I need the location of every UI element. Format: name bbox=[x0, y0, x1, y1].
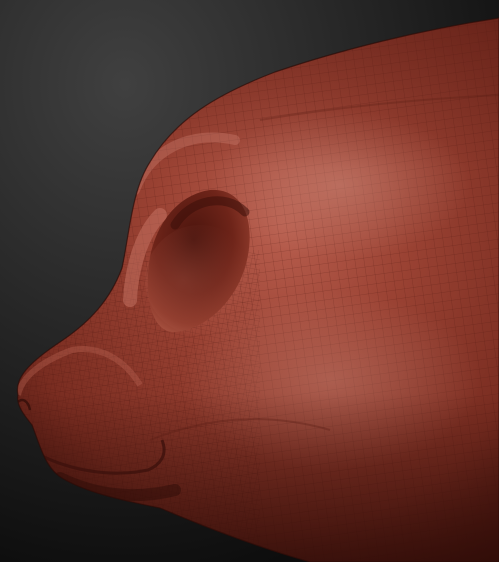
sculpt-render bbox=[0, 0, 499, 562]
viewport-canvas[interactable] bbox=[0, 0, 499, 562]
